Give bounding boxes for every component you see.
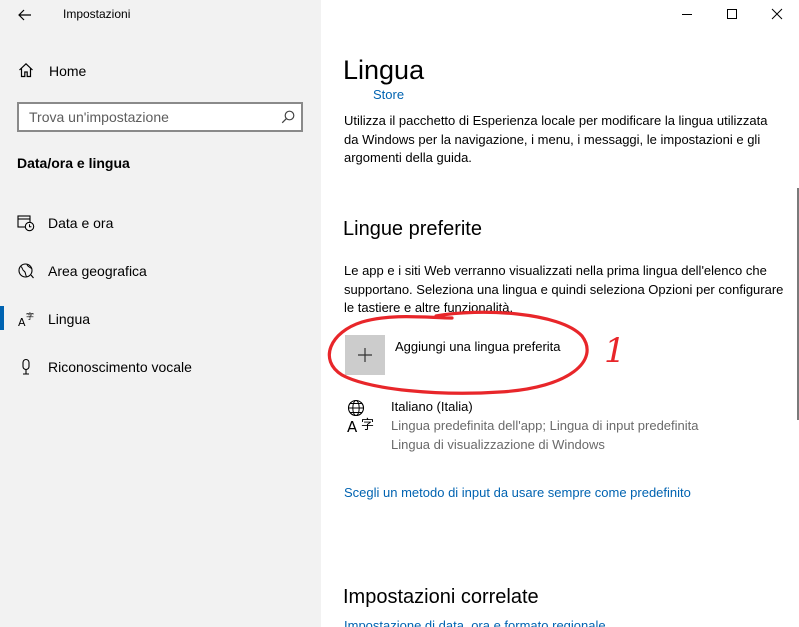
language-name: Italiano (Italia) <box>391 399 473 414</box>
home-label: Home <box>49 63 87 79</box>
settings-search-box[interactable] <box>17 102 303 132</box>
sidebar-item-label: Lingua <box>48 311 91 327</box>
close-button[interactable] <box>754 0 799 28</box>
app-title: Impostazioni <box>63 7 131 21</box>
section-title: Data/ora e lingua <box>17 155 130 171</box>
add-language-label: Aggiungi una lingua preferita <box>395 339 561 354</box>
content-pane: Lingua Store Utilizza il pacchetto di Es… <box>321 0 799 627</box>
svg-text:字: 字 <box>26 311 34 321</box>
svg-text:字: 字 <box>361 418 374 433</box>
language-list-item[interactable]: A 字 Italiano (Italia) Lingua predefinita… <box>343 396 763 456</box>
preferred-languages-heading: Lingue preferite <box>343 218 482 240</box>
language-icon: A 字 <box>17 310 35 328</box>
search-icon[interactable] <box>281 110 295 129</box>
minimize-button[interactable] <box>664 0 710 28</box>
page-title: Lingua <box>343 55 425 85</box>
close-icon <box>771 8 783 20</box>
svg-text:A: A <box>347 418 358 434</box>
sidebar-item-area-geografica[interactable]: Area geografica <box>0 250 321 290</box>
sidebar-item-label: Riconoscimento vocale <box>48 359 192 375</box>
home-icon <box>18 62 34 83</box>
language-pack-icon: A 字 <box>345 398 381 436</box>
preferred-languages-text: Le app e i siti Web verranno visualizzat… <box>344 263 784 315</box>
language-detail: Lingua di visualizzazione di Windows <box>391 437 605 452</box>
settings-sidebar: Impostazioni Home Data/ora e lingua <box>0 0 321 627</box>
home-nav-item[interactable]: Home <box>0 56 321 84</box>
store-link[interactable]: Store <box>373 87 404 102</box>
intro-text: Utilizza il pacchetto di Esperienza loca… <box>344 113 768 165</box>
related-settings-link[interactable]: Impostazione di data, ora e formato regi… <box>344 618 606 627</box>
calendar-clock-icon <box>17 214 35 232</box>
plus-icon <box>345 335 385 375</box>
language-detail: Lingua predefinita dell'app; Lingua di i… <box>391 418 699 433</box>
microphone-icon <box>17 358 35 376</box>
sidebar-item-lingua[interactable]: A 字 Lingua <box>0 298 321 338</box>
sidebar-item-data-e-ora[interactable]: Data e ora <box>0 202 321 242</box>
sidebar-item-riconoscimento-vocale[interactable]: Riconoscimento vocale <box>0 346 321 386</box>
search-input[interactable] <box>19 104 269 130</box>
back-arrow-icon <box>18 9 31 21</box>
input-method-link[interactable]: Scegli un metodo di input da usare sempr… <box>344 485 691 500</box>
sidebar-item-label: Data e ora <box>48 215 114 231</box>
add-language-button[interactable]: Aggiungi una lingua preferita <box>343 334 593 376</box>
back-button[interactable] <box>14 4 36 26</box>
sidebar-item-label: Area geografica <box>48 263 147 279</box>
related-settings-heading: Impostazioni correlate <box>343 586 539 608</box>
globe-icon <box>17 262 35 280</box>
minimize-icon <box>682 14 692 15</box>
maximize-icon <box>727 9 737 19</box>
svg-text:A: A <box>18 316 26 328</box>
maximize-button[interactable] <box>709 0 755 28</box>
